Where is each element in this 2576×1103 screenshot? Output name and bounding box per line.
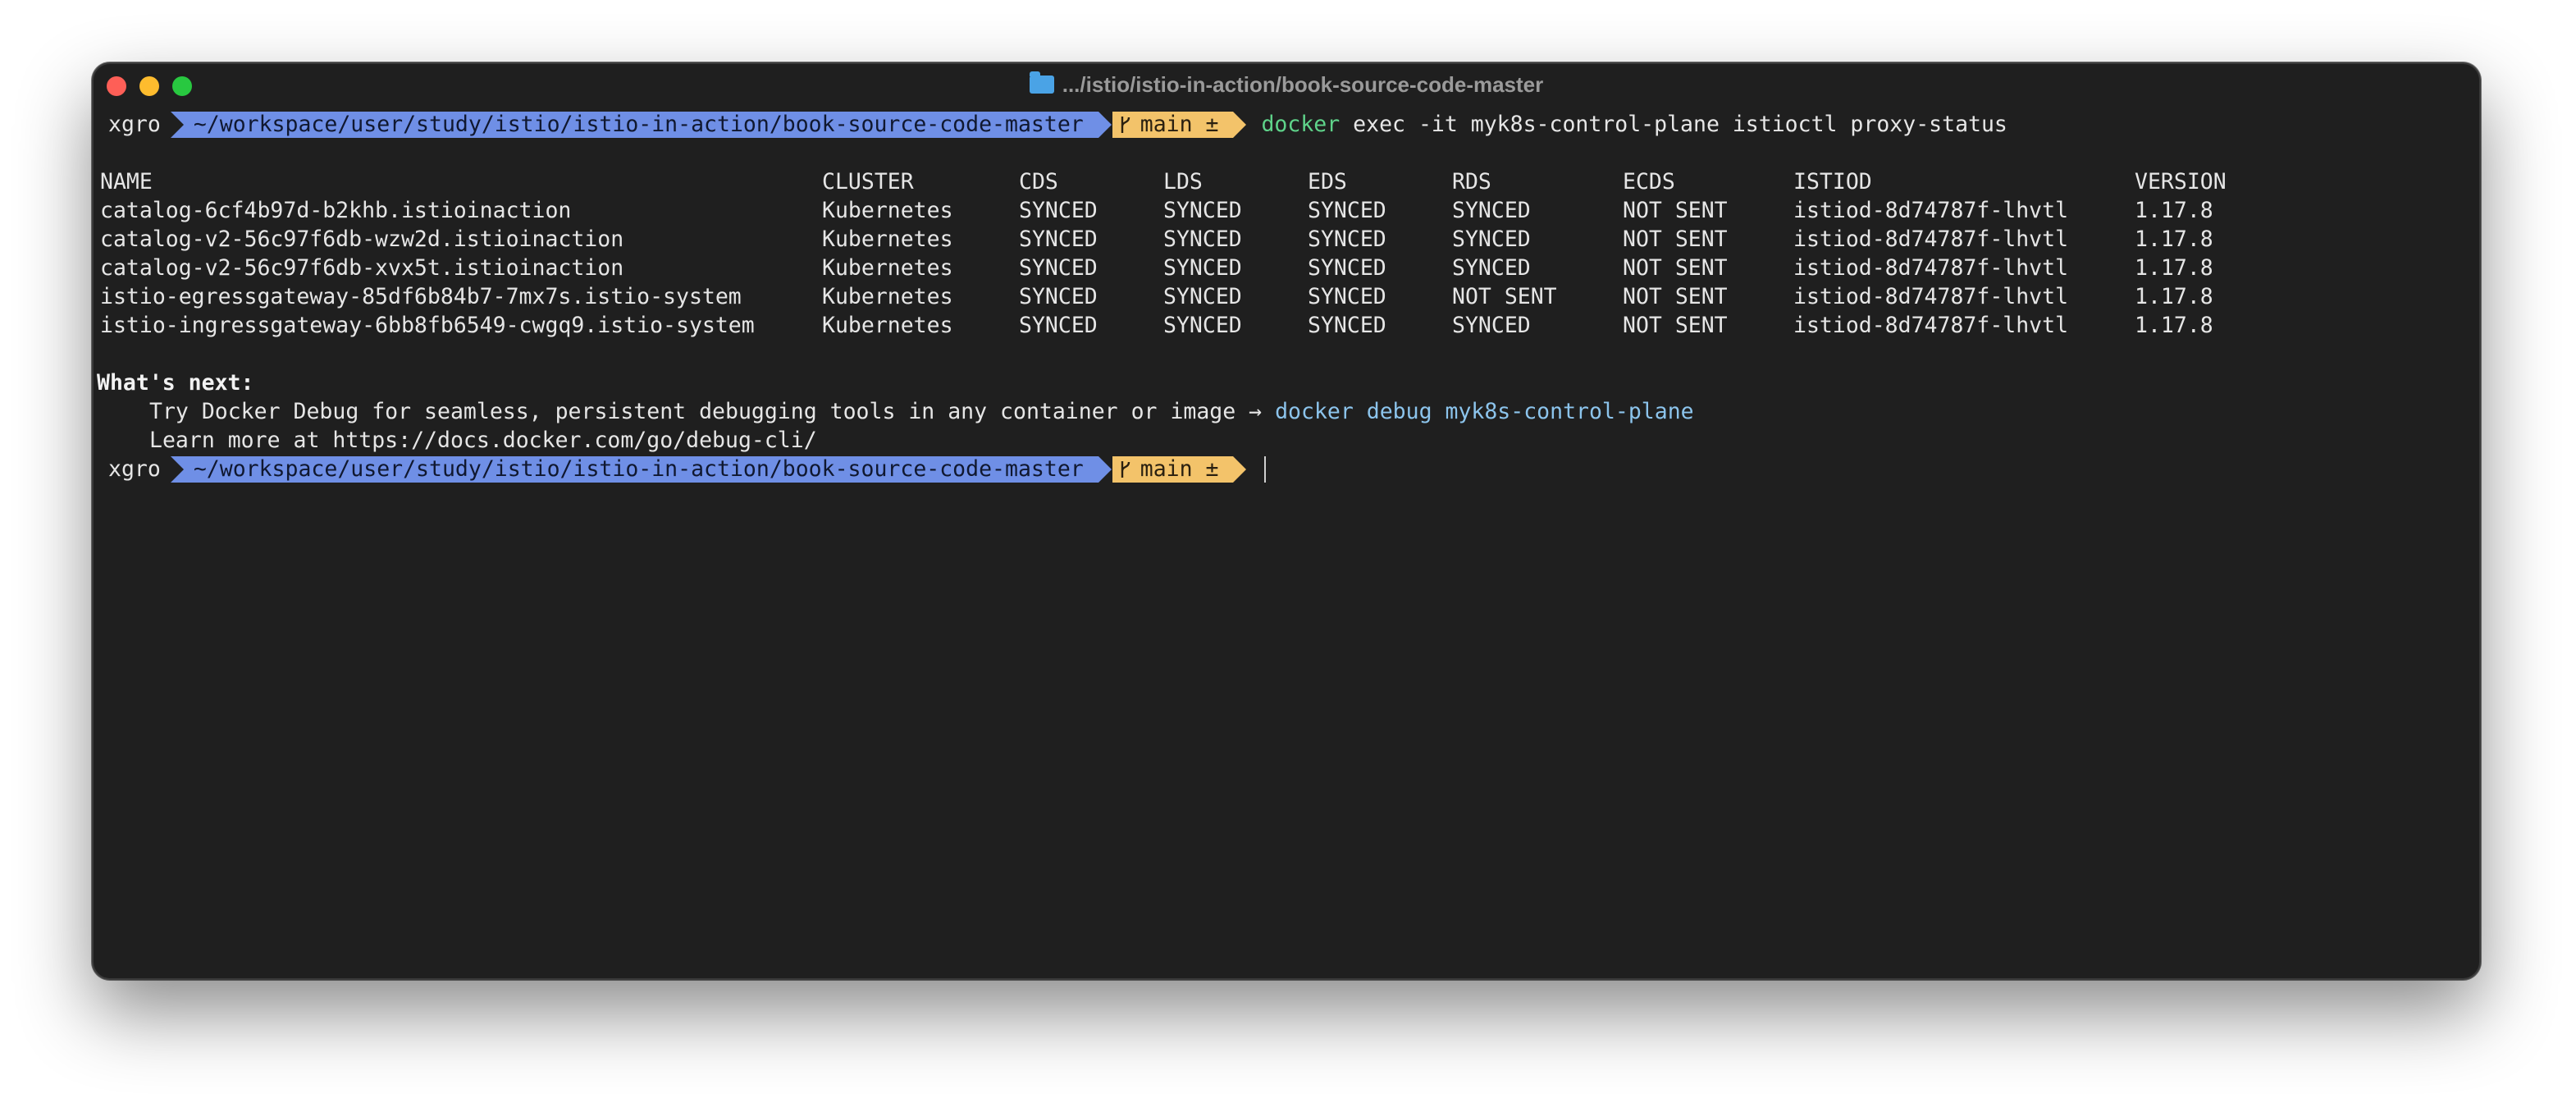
cell-eds: SYNCED (1308, 284, 1386, 309)
cell-eds: SYNCED (1308, 227, 1386, 252)
cell-istiod: istiod-8d74787f-lhvtl (1793, 255, 2069, 281)
hint-command: docker debug myk8s-control-plane (1275, 399, 1694, 424)
header-name: NAME (100, 169, 153, 195)
cell-name: catalog-6cf4b97d-b2khb.istioinaction (100, 198, 572, 223)
cell-version: 1.17.8 (2135, 198, 2213, 223)
cell-cluster: Kubernetes (822, 284, 953, 309)
hint-text: Try Docker Debug for seamless, persisten… (149, 399, 1276, 424)
cell-ecds: NOT SENT (1623, 255, 1728, 281)
header-eds: EDS (1308, 169, 1347, 195)
cell-version: 1.17.8 (2135, 284, 2213, 309)
git-branch-icon (1121, 460, 1130, 478)
cell-ecds: NOT SENT (1623, 227, 1728, 252)
cell-name: catalog-v2-56c97f6db-wzw2d.istioinaction (100, 227, 624, 252)
cell-eds: SYNCED (1308, 255, 1386, 281)
cell-cds: SYNCED (1019, 227, 1098, 252)
cell-ecds: NOT SENT (1623, 284, 1728, 309)
header-ecds: ECDS (1623, 169, 1675, 195)
cell-eds: SYNCED (1308, 198, 1386, 223)
table-row: istio-egressgateway-85df6b84b7-7mx7s.ist… (97, 282, 2479, 311)
header-istiod: ISTIOD (1793, 169, 1872, 195)
cell-name: istio-egressgateway-85df6b84b7-7mx7s.ist… (100, 284, 742, 309)
cell-version: 1.17.8 (2135, 227, 2213, 252)
cell-name: istio-ingressgateway-6bb8fb6549-cwgq9.is… (100, 313, 755, 338)
cell-name: catalog-v2-56c97f6db-xvx5t.istioinaction (100, 255, 624, 281)
whats-next-heading: What's next: (97, 370, 254, 396)
cell-cds: SYNCED (1019, 313, 1098, 338)
cell-rds: SYNCED (1452, 227, 1531, 252)
table-row: catalog-6cf4b97d-b2khb.istioinaction Kub… (97, 196, 2479, 225)
terminal-content[interactable]: xgro ~/workspace/user/study/istio/istio-… (94, 110, 2479, 978)
cell-rds: SYNCED (1452, 255, 1531, 281)
cell-version: 1.17.8 (2135, 255, 2213, 281)
cell-istiod: istiod-8d74787f-lhvtl (1793, 227, 2069, 252)
cell-istiod: istiod-8d74787f-lhvtl (1793, 313, 2069, 338)
terminal-window: .../istio/istio-in-action/book-source-co… (92, 62, 2481, 980)
prompt-user: xgro (108, 112, 161, 137)
cell-cds: SYNCED (1019, 255, 1098, 281)
header-cluster: CLUSTER (822, 169, 914, 195)
prompt-line-active: xgro ~/workspace/user/study/istio/istio-… (97, 455, 2479, 483)
prompt-git-segment: main ± (1112, 111, 1247, 138)
cell-lds: SYNCED (1163, 284, 1242, 309)
prompt-path: ~/workspace/user/study/istio/istio-in-ac… (170, 111, 1112, 138)
table-row: catalog-v2-56c97f6db-wzw2d.istioinaction… (97, 225, 2479, 254)
title-bar: .../istio/istio-in-action/book-source-co… (94, 64, 2479, 110)
header-version: VERSION (2135, 169, 2227, 195)
cell-cluster: Kubernetes (822, 227, 953, 252)
git-branch-icon (1121, 116, 1130, 133)
hint-line-learn-more: Learn more at https://docs.docker.com/go… (149, 428, 817, 453)
hint-line-debug: Try Docker Debug for seamless, persisten… (97, 397, 2479, 426)
command-args: exec -it myk8s-control-plane istioctl pr… (1353, 112, 2007, 137)
cell-rds: NOT SENT (1452, 284, 1557, 309)
cell-eds: SYNCED (1308, 313, 1386, 338)
cell-istiod: istiod-8d74787f-lhvtl (1793, 284, 2069, 309)
header-lds: LDS (1163, 169, 1203, 195)
window-title: .../istio/istio-in-action/book-source-co… (94, 71, 2479, 98)
table-header: NAME CLUSTER CDS LDS EDS RDS ECDS ISTIOD… (97, 167, 2479, 196)
git-branch-name: main ± (1140, 455, 1219, 482)
cell-ecds: NOT SENT (1623, 313, 1728, 338)
cell-lds: SYNCED (1163, 198, 1242, 223)
cell-cds: SYNCED (1019, 198, 1098, 223)
cell-lds: SYNCED (1163, 255, 1242, 281)
cell-version: 1.17.8 (2135, 313, 2213, 338)
folder-icon (1029, 71, 1054, 94)
cell-istiod: istiod-8d74787f-lhvtl (1793, 198, 2069, 223)
prompt-path: ~/workspace/user/study/istio/istio-in-ac… (170, 455, 1112, 483)
prompt-line: xgro ~/workspace/user/study/istio/istio-… (97, 110, 2479, 139)
prompt-git-segment: main ± (1112, 455, 1247, 483)
header-rds: RDS (1452, 169, 1491, 195)
table-row: istio-ingressgateway-6bb8fb6549-cwgq9.is… (97, 311, 2479, 340)
text-cursor[interactable] (1264, 455, 1267, 483)
header-cds: CDS (1019, 169, 1058, 195)
cell-lds: SYNCED (1163, 227, 1242, 252)
cell-rds: SYNCED (1452, 313, 1531, 338)
cell-cds: SYNCED (1019, 284, 1098, 309)
git-branch-name: main ± (1140, 111, 1219, 137)
cell-cluster: Kubernetes (822, 255, 953, 281)
prompt-user: xgro (108, 456, 161, 482)
table-row: catalog-v2-56c97f6db-xvx5t.istioinaction… (97, 254, 2479, 282)
command-name: docker (1261, 112, 1341, 137)
cell-cluster: Kubernetes (822, 313, 953, 338)
cell-cluster: Kubernetes (822, 198, 953, 223)
cell-rds: SYNCED (1452, 198, 1531, 223)
cell-ecds: NOT SENT (1623, 198, 1728, 223)
cell-lds: SYNCED (1163, 313, 1242, 338)
window-title-text: .../istio/istio-in-action/book-source-co… (1062, 72, 1544, 97)
